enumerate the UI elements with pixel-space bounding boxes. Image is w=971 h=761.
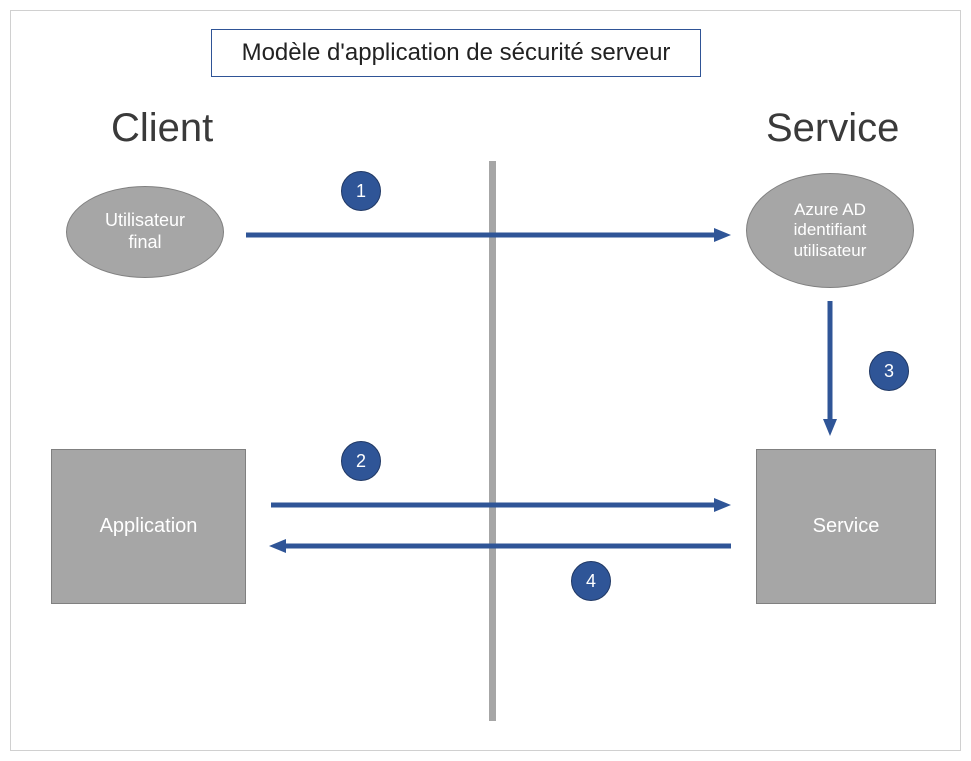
step-badge-4: 4 — [571, 561, 611, 601]
step-badge-2-label: 2 — [356, 451, 366, 472]
step-badge-2: 2 — [341, 441, 381, 481]
step-badge-3-label: 3 — [884, 361, 894, 382]
node-azure-ad: Azure AD identifiant utilisateur — [746, 173, 914, 288]
node-azure-ad-label: Azure AD identifiant utilisateur — [794, 200, 867, 261]
node-end-user: Utilisateur final — [66, 186, 224, 278]
diagram-title-box: Modèle d'application de sécurité serveur — [211, 29, 701, 77]
node-application: Application — [51, 449, 246, 604]
arrow-step-4 — [269, 539, 731, 559]
diagram-frame: Modèle d'application de sécurité serveur… — [10, 10, 961, 751]
step-badge-4-label: 4 — [586, 571, 596, 592]
arrow-step-1 — [246, 228, 731, 248]
node-application-label: Application — [100, 515, 198, 538]
node-end-user-label: Utilisateur final — [105, 210, 185, 253]
step-badge-3: 3 — [869, 351, 909, 391]
node-service-label: Service — [813, 515, 880, 538]
node-service: Service — [756, 449, 936, 604]
diagram-title: Modèle d'application de sécurité serveur — [242, 39, 671, 67]
arrow-step-2 — [271, 498, 731, 518]
heading-service: Service — [766, 106, 899, 151]
step-badge-1-label: 1 — [356, 181, 366, 202]
arrow-step-3 — [821, 301, 841, 436]
heading-client: Client — [111, 106, 213, 151]
step-badge-1: 1 — [341, 171, 381, 211]
